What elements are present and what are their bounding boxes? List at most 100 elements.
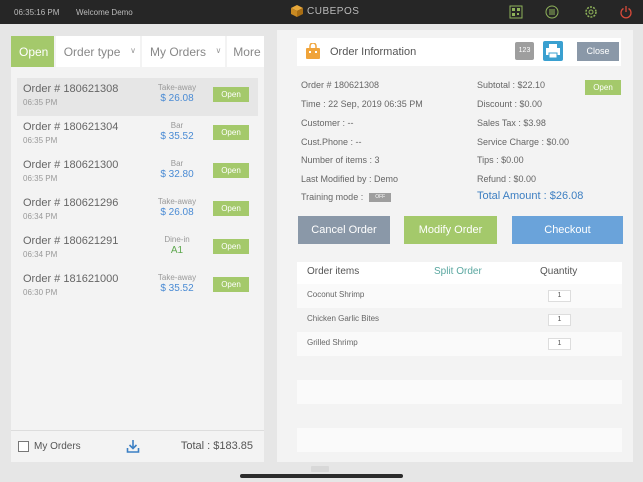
order-detail-panel: Order Information 123 Close Order # 1806… (277, 30, 633, 462)
order-info-header: Order Information 123 Close (297, 38, 621, 66)
shopping-bag-icon (306, 43, 320, 59)
top-bar: 06:35:16 PM Welcome Demo CUBEPOS (0, 0, 643, 24)
order-type: Bar (170, 121, 184, 130)
order-time: 06:30 PM (23, 288, 58, 297)
order-table: A1 (170, 245, 184, 256)
filter-bar: Open Order type ∨ My Orders ∨ More (11, 36, 265, 67)
qr-code-icon[interactable] (509, 5, 523, 19)
order-time: 06:35 PM (23, 98, 58, 107)
order-amount: $ 26.08 (160, 207, 194, 218)
order-actions: Cancel Order Modify Order Checkout (298, 216, 623, 244)
power-icon[interactable] (619, 5, 633, 19)
quantity-field[interactable]: 1 (548, 290, 571, 302)
order-list: Order # 180621308 06:35 PM Take-away $ 2… (11, 78, 264, 306)
item-row[interactable]: Chicken Garlic Bites 1 (297, 308, 622, 332)
item-name: Grilled Shrimp (307, 338, 358, 347)
filter-my-orders[interactable]: My Orders ∨ (141, 36, 226, 67)
item-name: Coconut Shrimp (307, 290, 365, 299)
detail-customer: Customer : -- (301, 118, 354, 128)
filter-my-orders-label: My Orders (149, 44, 206, 59)
quantity-field[interactable]: 1 (548, 338, 571, 350)
order-status-badge: Open (585, 80, 621, 95)
empty-row (297, 428, 622, 452)
item-name: Chicken Garlic Bites (307, 314, 380, 323)
filter-open-label: Open (19, 44, 49, 59)
brand-logo: CUBEPOS (291, 5, 359, 17)
order-row[interactable]: Order # 180621300 06:35 PM Bar $ 32.80 O… (17, 154, 258, 192)
order-items-table: Order items Split Order Quantity Coconut… (297, 262, 622, 462)
sales-tax: Sales Tax : $3.98 (477, 118, 546, 128)
welcome-text: Welcome Demo (76, 8, 133, 17)
item-row[interactable]: Coconut Shrimp 1 (297, 284, 622, 308)
order-number: Order # 180621308 (23, 83, 119, 95)
order-amount: $ 32.80 (160, 169, 194, 180)
detail-time: Time : 22 Sep, 2019 06:35 PM (301, 99, 423, 109)
cube-logo-icon (291, 5, 303, 17)
order-type: Dine-in (164, 235, 190, 244)
checkout-button[interactable]: Checkout (512, 216, 623, 244)
total-amount: Total Amount : $26.08 (477, 190, 584, 202)
order-time: 06:34 PM (23, 212, 58, 221)
training-mode-toggle[interactable]: OFF (369, 193, 392, 203)
orders-panel: Open Order type ∨ My Orders ∨ More Order #… (11, 36, 265, 462)
orders-total: Total : $183.85 (180, 440, 253, 452)
service-charge: Service Charge : $0.00 (477, 137, 570, 147)
list-icon[interactable] (545, 5, 559, 19)
order-status-badge[interactable]: Open (213, 163, 249, 178)
order-status-badge[interactable]: Open (213, 277, 249, 292)
order-status-badge[interactable]: Open (213, 239, 249, 254)
order-type: Take-away (157, 197, 197, 206)
detail-num-items: Number of items : 3 (301, 155, 380, 165)
detail-phone: Cust.Phone : -- (301, 137, 362, 147)
chevron-down-icon: ∨ (215, 46, 222, 55)
quantity-field[interactable]: 1 (548, 314, 571, 326)
order-row[interactable]: Order # 180621296 06:34 PM Take-away $ 2… (17, 192, 258, 230)
modify-order-button[interactable]: Modify Order (404, 216, 497, 244)
print-button[interactable] (543, 41, 563, 61)
order-amount: $ 35.52 (160, 283, 194, 294)
cancel-order-button[interactable]: Cancel Order (298, 216, 390, 244)
order-number: Order # 180621296 (23, 197, 119, 209)
orders-footer: My Orders Total : $183.85 (11, 430, 264, 462)
refund: Refund : $0.00 (477, 174, 537, 184)
order-row[interactable]: Order # 180621304 06:35 PM Bar $ 35.52 O… (17, 116, 258, 154)
split-order-link[interactable]: Split Order (434, 266, 482, 277)
column-quantity: Quantity (540, 266, 578, 277)
order-type: Take-away (157, 273, 197, 282)
download-icon[interactable] (126, 439, 140, 453)
printer-icon (546, 44, 560, 59)
empty-row (297, 380, 622, 404)
item-row[interactable]: Grilled Shrimp 1 (297, 332, 622, 356)
brand-name: CUBEPOS (307, 5, 360, 17)
order-row[interactable]: Order # 180621291 06:34 PM Dine-in A1 Op… (17, 230, 258, 268)
filter-more[interactable]: More (227, 36, 265, 67)
keypad-button[interactable]: 123 (515, 42, 534, 60)
home-indicator[interactable] (240, 474, 403, 478)
detail-training-mode: Training mode : OFF (301, 192, 392, 203)
training-mode-label: Training mode : (301, 192, 364, 202)
chevron-down-icon: ∨ (130, 46, 136, 55)
gear-icon[interactable] (584, 5, 598, 19)
order-amount: $ 26.08 (160, 93, 194, 104)
tips: Tips : $0.00 (477, 155, 524, 165)
order-time: 06:35 PM (23, 136, 58, 145)
discount: Discount : $0.00 (477, 99, 543, 109)
order-time: 06:34 PM (23, 250, 58, 259)
order-number: Order # 180621300 (23, 159, 119, 171)
bottom-handle (311, 466, 329, 472)
order-number: Order # 181621000 (23, 273, 119, 285)
filter-order-type[interactable]: Order type ∨ (55, 36, 140, 67)
subtotal: Subtotal : $22.10 (477, 80, 546, 90)
filter-open-tab[interactable]: Open (11, 36, 54, 67)
detail-last-modified: Last Modified by : Demo (301, 174, 399, 184)
close-button[interactable]: Close (577, 42, 619, 61)
empty-row (297, 404, 622, 428)
order-status-badge[interactable]: Open (213, 201, 249, 216)
order-status-badge[interactable]: Open (213, 125, 249, 140)
order-time: 06:35 PM (23, 174, 58, 183)
order-row[interactable]: Order # 181621000 06:30 PM Take-away $ 3… (17, 268, 258, 306)
filter-order-type-label: Order type (63, 44, 121, 59)
order-row[interactable]: Order # 180621308 06:35 PM Take-away $ 2… (17, 78, 258, 116)
order-status-badge[interactable]: Open (213, 87, 249, 102)
my-orders-checkbox[interactable] (18, 441, 29, 452)
